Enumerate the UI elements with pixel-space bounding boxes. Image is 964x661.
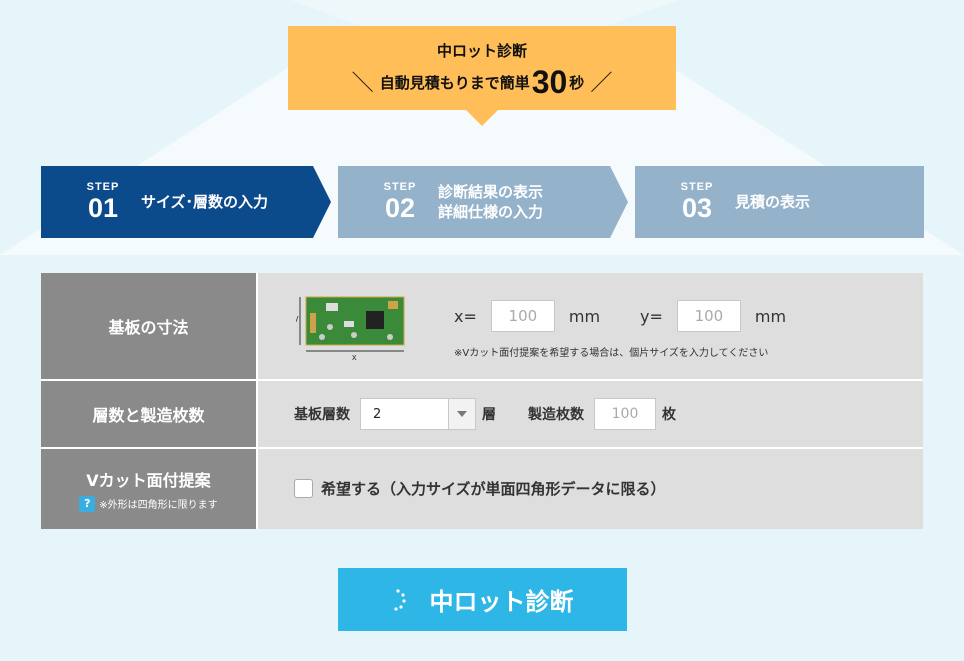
step-number: 01 [87, 193, 119, 223]
step-1: STEP 01 サイズ･層数の入力 [41, 166, 331, 238]
quote-form: 基板の寸法 y x x= 100 mm y= 100 mm ※Vカット面付提案を… [41, 273, 923, 529]
vcut-row: Vカット面付提案 ? ※外形は四角形に限ります 希望する（入力サイズが単面四角形… [41, 449, 923, 529]
svg-text:y: y [296, 313, 299, 323]
size-row: 基板の寸法 y x x= 100 mm y= 100 mm ※Vカット面付提案を… [41, 273, 923, 381]
step-label: 診断結果の表示 詳細仕様の入力 [438, 183, 544, 221]
step-number: 02 [384, 193, 416, 223]
step-2: STEP 02 診断結果の表示 詳細仕様の入力 [338, 166, 628, 238]
help-icon[interactable]: ? [79, 495, 96, 512]
layers-header: 層数と製造枚数 [41, 381, 258, 447]
chevron-down-icon[interactable] [448, 399, 475, 429]
banner-title: 中ロット診断 [436, 42, 527, 60]
size-note: ※Vカット面付提案を希望する場合は、個片サイズを入力してください [454, 348, 769, 359]
pcb-diagram-icon: y x [296, 296, 405, 361]
qty-label: 製造枚数 [528, 407, 584, 423]
loading-spinner-icon [393, 588, 406, 611]
y-size-input[interactable]: 100 [676, 300, 741, 332]
step-3: STEP 03 見積の表示 [635, 166, 924, 238]
svg-text:x: x [352, 352, 357, 361]
layer-select[interactable]: 2 [360, 398, 476, 430]
step-label: サイズ･層数の入力 [141, 193, 269, 211]
step-progress: STEP 01 サイズ･層数の入力 STEP 02 診断結果の表示 詳細仕様の入力 S… [41, 166, 924, 238]
vcut-checkbox-label[interactable]: 希望する（入力サイズが単面四角形データに限る） [321, 478, 666, 499]
banner-subtitle: ＼ 自動見積もりまで簡単30 秒／ [351, 64, 613, 100]
layers-row: 層数と製造枚数 基板層数 2 層 製造枚数 100 枚 [41, 381, 923, 449]
promo-banner: 中ロット診断 ＼ 自動見積もりまで簡単30 秒／ [288, 26, 676, 126]
vcut-header: Vカット面付提案 ? ※外形は四角形に限ります [41, 449, 258, 529]
step-label: 見積の表示 [735, 193, 811, 211]
x-size-input[interactable]: 100 [490, 300, 555, 332]
step-number: 03 [681, 193, 713, 223]
size-header: 基板の寸法 [41, 273, 258, 379]
diagnose-button-label: 中ロット診断 [429, 588, 574, 616]
diagnose-button[interactable]: 中ロット診断 [338, 568, 627, 631]
size-inputs: x= 100 mm y= 100 mm [454, 300, 786, 332]
quantity-input[interactable]: 100 [594, 398, 656, 430]
layer-label: 基板層数 [294, 407, 350, 423]
vcut-checkbox[interactable] [294, 479, 313, 498]
